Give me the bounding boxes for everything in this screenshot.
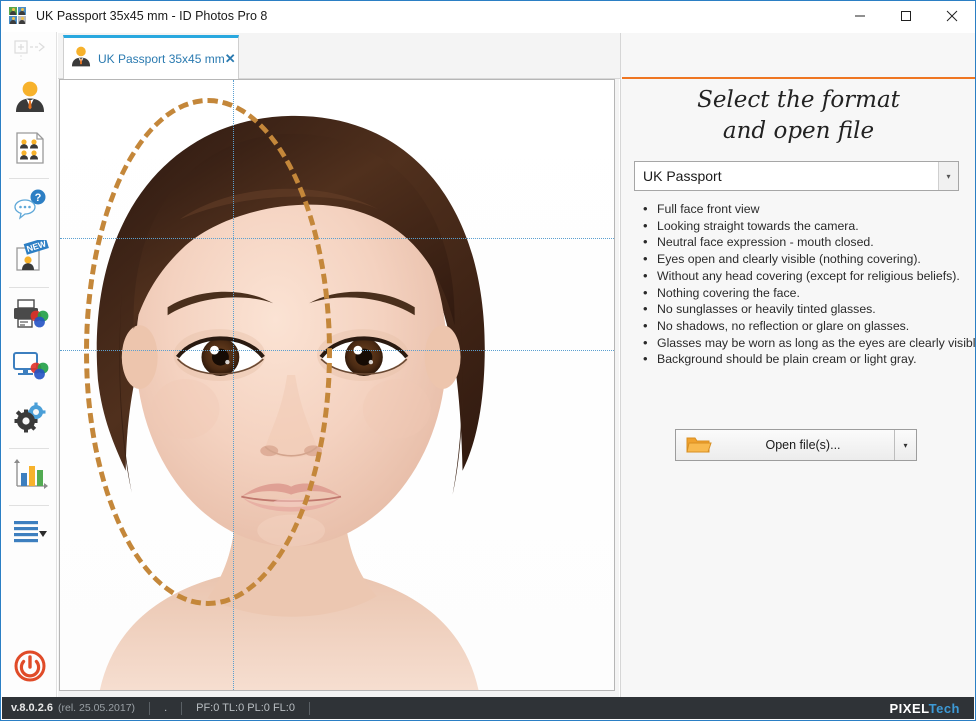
open-files-label: Open file(s)... [712, 438, 894, 452]
sidebar-item-photo-sheet[interactable] [2, 124, 57, 176]
sidebar-divider [9, 448, 49, 449]
app-release-date: (rel. 25.05.2017) [58, 702, 135, 714]
sidebar-item-statistics[interactable] [2, 451, 57, 503]
status-counters: PF:0 TL:0 PL:0 FL:0 [196, 702, 295, 714]
status-divider [149, 702, 150, 715]
svg-text:?: ? [34, 192, 41, 204]
portrait-photo [60, 80, 614, 690]
close-button[interactable] [929, 1, 975, 32]
left-sidebar: ? NEW [2, 32, 57, 699]
guide-line-nose [60, 350, 614, 351]
sidebar-divider [9, 178, 49, 179]
person-avatar-icon [13, 79, 47, 118]
person-avatar-icon [70, 45, 92, 72]
logo-primary: PIXEL [890, 701, 929, 716]
maximize-button[interactable] [883, 1, 929, 32]
guide-line-center [233, 80, 234, 690]
panel-heading-line2: and open file [621, 116, 976, 147]
folder-open-orange-icon [686, 435, 712, 455]
hamburger-menu-icon [11, 519, 49, 550]
expand-arrow-icon [13, 39, 47, 66]
sidebar-item-person-format[interactable] [2, 72, 57, 124]
status-bar: v.8.0.2.6 (rel. 25.05.2017) . PF:0 TL:0 … [2, 697, 974, 719]
app-version: v.8.0.2.6 [11, 702, 53, 714]
gears-icon [12, 401, 48, 440]
photo-canvas[interactable] [59, 79, 615, 691]
panel-heading: Select the format and open file [621, 85, 976, 147]
sidebar-item-new-crop[interactable]: NEW [2, 233, 57, 285]
list-item: Neutral face expression - mouth closed. [641, 234, 971, 251]
list-item: Looking straight towards the camera. [641, 218, 971, 235]
requirements-list: Full face front view Looking straight to… [641, 201, 971, 368]
sidebar-divider [9, 287, 49, 288]
status-divider [309, 702, 310, 715]
sidebar-item-screen-color[interactable] [2, 342, 57, 394]
list-item: Nothing covering the face. [641, 285, 971, 302]
format-select-value: UK Passport [635, 168, 722, 184]
format-select[interactable]: UK Passport ▾ [634, 161, 959, 191]
title-bar: UK Passport 35x45 mm - ID Photos Pro 8 [1, 1, 975, 32]
app-thumbnails-icon [9, 7, 27, 25]
sidebar-item-expand-panel[interactable] [2, 32, 57, 72]
list-item: Without any head covering (except for re… [641, 268, 971, 285]
list-item: Background should be plain cream or ligh… [641, 351, 971, 368]
power-icon [14, 650, 46, 687]
minimize-button[interactable] [837, 1, 883, 32]
sidebar-item-help[interactable]: ? [2, 181, 57, 233]
app-window: UK Passport 35x45 mm - ID Photos Pro 8 [0, 0, 976, 721]
right-panel: Select the format and open file UK Passp… [620, 33, 975, 699]
chevron-down-icon[interactable]: ▾ [938, 162, 958, 190]
svg-text:NEW: NEW [25, 240, 48, 254]
help-bubble-icon: ? [12, 189, 48, 226]
open-files-dropdown-arrow[interactable]: ▾ [894, 430, 916, 460]
list-item: Eyes open and clearly visible (nothing c… [641, 251, 971, 268]
sidebar-item-power[interactable] [2, 650, 57, 687]
new-crop-icon: NEW [11, 240, 49, 279]
sidebar-item-menu[interactable] [2, 508, 57, 560]
window-title: UK Passport 35x45 mm - ID Photos Pro 8 [36, 9, 267, 23]
list-item: Full face front view [641, 201, 971, 218]
guide-line-eyes [60, 238, 614, 239]
window-controls [837, 1, 975, 32]
sidebar-item-print[interactable] [2, 290, 57, 342]
tab-close-icon[interactable]: ✕ [225, 52, 236, 65]
printer-color-icon [11, 297, 49, 336]
logo-secondary: Tech [929, 701, 960, 716]
pixeltech-logo: PIXELTech [890, 701, 961, 716]
list-item: Glasses may be worn as long as the eyes … [641, 335, 971, 352]
tab-uk-passport[interactable]: UK Passport 35x45 mm ✕ [63, 35, 239, 79]
tab-label: UK Passport 35x45 mm [98, 52, 225, 66]
list-item: No sunglasses or heavily tinted glasses. [641, 301, 971, 318]
panel-heading-line1: Select the format [621, 85, 976, 116]
monitor-color-icon [11, 349, 49, 388]
sidebar-divider [9, 505, 49, 506]
photo-sheet-icon [13, 131, 47, 170]
photo-work-area [58, 79, 619, 699]
status-misc: . [164, 702, 167, 714]
status-divider [181, 702, 182, 715]
open-files-button[interactable]: Open file(s)... ▾ [675, 429, 917, 461]
bar-chart-icon [12, 459, 48, 496]
sidebar-item-settings[interactable] [2, 394, 57, 446]
panel-accent-rule [622, 77, 975, 79]
list-item: No shadows, no reflection or glare on gl… [641, 318, 971, 335]
